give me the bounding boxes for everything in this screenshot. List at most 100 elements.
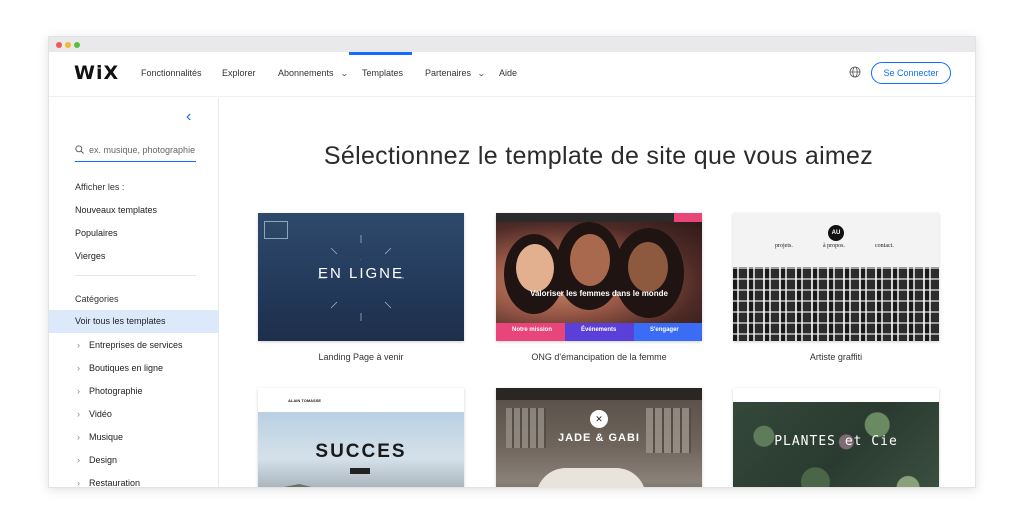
thumb-navbar [496,213,702,222]
category-all-templates[interactable]: Voir tous les templates [49,310,219,333]
category-label: Restauration [89,478,141,488]
thumb-title: JADE & GABI [558,432,640,444]
thumb-band: Événements [565,323,634,341]
category-label: Voir tous les templates [75,316,166,326]
thumb-navbar [496,388,702,400]
thumb-badge: AU [828,225,844,241]
thumb-car [536,468,646,487]
category-label: Boutiques en ligne [89,363,164,373]
categories-label: Catégories [75,294,119,304]
window-chrome [49,37,975,52]
login-button[interactable]: Se Connecter [871,62,951,84]
template-caption: Landing Page à venir [318,352,404,362]
template-card[interactable]: ALAIN TOMASSE SUCCES [258,388,464,487]
template-thumbnail[interactable]: ALAIN TOMASSE SUCCES [258,388,464,487]
template-caption: Artiste graffiti [809,352,863,362]
filter-blank[interactable]: Vierges [75,251,105,261]
thumb-photo [733,267,939,341]
category-online-stores[interactable]: › Boutiques en ligne [77,363,163,373]
thumb-name: ALAIN TOMASSE [288,398,322,403]
filter-new-templates[interactable]: Nouveaux templates [75,205,157,215]
chevron-right-icon: › [77,409,80,419]
template-card[interactable]: PLANTES et Cie [733,388,939,487]
thumb-photo [496,222,702,323]
thumb-band: Notre mission [496,323,565,341]
search-field[interactable] [75,140,196,162]
active-tab-indicator [349,52,412,55]
nav-item-fonctionnalites[interactable]: Fonctionnalités [141,68,202,78]
main-content: Sélectionnez le template de site que vou… [220,98,975,487]
category-label: Design [89,455,118,465]
thumb-title: SUCCES [315,441,407,462]
search-icon [75,145,84,154]
chevron-right-icon: › [77,386,80,396]
maximize-window-icon[interactable] [74,42,80,48]
nav-label: Fonctionnalités [141,68,202,78]
category-label: Musique [89,432,124,442]
category-label: Vidéo [89,409,112,419]
nav-label: Partenaires [425,68,472,78]
thumb-headline: Valoriser les femmes dans le monde [530,289,668,298]
category-label: Photographie [89,386,143,396]
wix-logo[interactable]: WiX [74,62,119,84]
thumb-title: PLANTES et Cie [774,434,898,449]
nav-label: Abonnements [278,68,334,78]
show-label: Afficher les : [75,182,125,192]
thumb-menu-item: à propos. [823,243,845,249]
category-label: Entreprises de services [89,340,183,350]
top-navigation: WiX Fonctionnalités Explorer Abonnements… [49,52,975,97]
browser-window: WiX Fonctionnalités Explorer Abonnements… [48,36,976,488]
thumb-band: S'engager [634,323,702,341]
category-photography[interactable]: › Photographie [77,386,143,396]
chevron-down-icon: ⌄ [477,69,486,78]
category-services[interactable]: › Entreprises de services [77,340,183,350]
template-thumbnail[interactable]: Valoriser les femmes dans le monde Notre… [496,213,702,341]
template-card[interactable]: AU projets. à propos. contact. Artiste g… [733,213,939,362]
chevron-down-icon: ⌄ [339,69,349,78]
nav-item-aide[interactable]: Aide [499,68,517,78]
nav-item-explorer[interactable]: Explorer [222,68,256,78]
nav-item-partenaires[interactable]: Partenaires ⌄ [425,68,486,78]
chevron-right-icon: › [77,478,80,488]
minimize-window-icon[interactable] [65,42,71,48]
template-card[interactable]: Valoriser les femmes dans le monde Notre… [496,213,702,362]
template-thumbnail[interactable]: · EN LIGNE [258,213,464,341]
divider [75,275,196,276]
close-window-icon[interactable] [56,42,62,48]
thumb-window [646,408,691,453]
category-design[interactable]: › Design [77,455,117,465]
category-restaurant[interactable]: › Restauration [77,478,141,488]
template-card[interactable]: · EN LIGNE Landing Page à venir [258,213,464,362]
nav-item-abonnements[interactable]: Abonnements ⌄ [278,68,349,78]
category-video[interactable]: › Vidéo [77,409,112,419]
filter-popular[interactable]: Populaires [75,228,118,238]
template-card[interactable]: ✕ JADE & GABI [496,388,702,487]
chevron-right-icon: › [77,363,80,373]
search-input[interactable] [89,142,196,158]
template-caption: ONG d'émancipation de la femme [531,352,667,362]
template-thumbnail[interactable]: ✕ JADE & GABI [496,388,702,487]
thumb-logo [264,221,288,239]
page-title: Sélectionnez le template de site que vou… [323,142,874,170]
sidebar: ‹ Afficher les : Nouveaux templates Popu… [49,98,219,488]
template-thumbnail[interactable]: AU projets. à propos. contact. [733,213,939,341]
chevron-left-icon[interactable]: ‹ [186,108,191,126]
nav-label: Templates [362,68,404,78]
thumb-small-text: · [359,257,363,262]
thumb-cta [674,213,702,222]
template-thumbnail[interactable]: PLANTES et Cie [733,388,939,487]
thumb-navbar [733,388,939,402]
thumb-menu-item: projets. [775,243,793,249]
thumb-title: EN LIGNE [317,265,405,282]
nav-item-templates[interactable]: Templates [362,68,403,78]
nav-label: Aide [499,68,518,78]
wrench-icon: ✕ [590,410,608,428]
thumb-menu-item: contact. [875,243,894,249]
chevron-right-icon: › [77,340,80,350]
nav-label: Explorer [222,68,256,78]
thumb-cta [350,468,370,474]
category-music[interactable]: › Musique [77,432,123,442]
chevron-right-icon: › [77,432,80,442]
chevron-right-icon: › [77,455,80,465]
globe-icon[interactable] [849,66,861,78]
